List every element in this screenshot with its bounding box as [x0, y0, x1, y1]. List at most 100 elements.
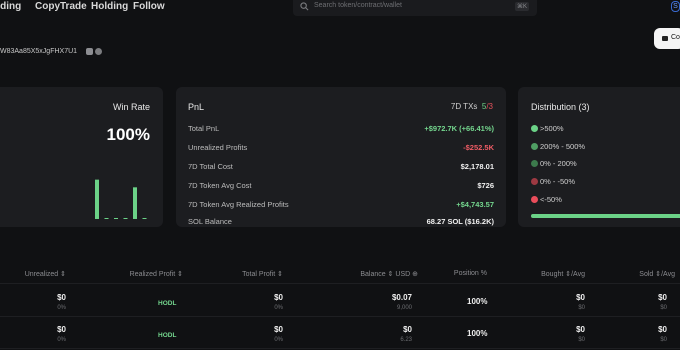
- column-header[interactable]: Realized Profit ⇕: [130, 270, 183, 278]
- unrealized-sub-value: 0%: [57, 337, 66, 343]
- sold-sub-value: $0: [660, 305, 667, 311]
- unrealized-sub-value: 0%: [57, 305, 66, 311]
- realized-profit-value: HODL: [158, 300, 177, 307]
- pnl-row-label: 7D Token Avg Realized Profits: [188, 200, 289, 209]
- column-header[interactable]: Bought ⇕/Avg: [541, 270, 585, 278]
- balance-cell: $0.07 9,000: [392, 293, 412, 311]
- pnl-row-label: SOL Balance: [188, 217, 232, 226]
- distribution-dot-icon: [531, 196, 538, 203]
- search-bar[interactable]: Search token/contract/wallet ⌘K: [293, 0, 537, 16]
- pnl-row-label: Total PnL: [188, 124, 220, 133]
- wallet-address: W83Aa85X5xJgFHX7U1: [0, 48, 78, 55]
- distribution-dot-icon: [531, 143, 538, 150]
- copy-trade-button-label: Co: [671, 34, 680, 41]
- distribution-bar: [531, 214, 680, 218]
- pnl-row-value: -$252.5K: [463, 143, 494, 152]
- balance-sub-value: 6.23: [400, 337, 412, 343]
- balance-value: $0.07: [391, 293, 412, 302]
- pnl-row: 7D Total Cost $2,178.01: [188, 162, 494, 174]
- bought-sub-value: $0: [578, 337, 585, 343]
- distribution-item-label: 200% - 500%: [540, 142, 586, 151]
- bought-value: $0: [576, 325, 585, 334]
- column-header[interactable]: Position %: [454, 270, 487, 277]
- distribution-dot-icon: [531, 160, 538, 167]
- histogram-bar: [133, 187, 137, 219]
- win-rate-value: 100%: [106, 125, 150, 144]
- nav-item-trending[interactable]: nding: [0, 1, 21, 12]
- distribution-item-label: 0% - 200%: [540, 159, 577, 168]
- 7d-txs-label: 7D TXs: [450, 102, 478, 111]
- column-header[interactable]: Total Profit ⇕: [242, 270, 283, 278]
- win-rate-title: Win Rate: [112, 102, 150, 112]
- search-icon: [300, 2, 309, 11]
- distribution-item: <-50%: [531, 195, 562, 204]
- sold-value: $0: [658, 325, 667, 334]
- sold-cell: $0 $0: [658, 293, 667, 311]
- distribution-item: 200% - 500%: [531, 142, 585, 151]
- balance-value: $0: [403, 325, 412, 334]
- pnl-row-value: $726: [477, 181, 494, 190]
- column-header[interactable]: Sold ⇕/Avg: [639, 270, 675, 278]
- unrealized-value: $0: [57, 325, 66, 334]
- pnl-row-value: +$972.7K (+66.41%): [424, 124, 494, 133]
- win-rate-card: Win Rate 100%: [0, 87, 163, 227]
- histogram-bar: [123, 218, 128, 219]
- bought-cell: $0 $0: [576, 325, 585, 343]
- column-header[interactable]: Balance ⇕ USD ⊕: [360, 270, 418, 278]
- table-row[interactable]: $0 0% $0 0% $0.07 9,000 $0 $0 $0 $0 HODL 100%: [0, 286, 680, 317]
- search-shortcut-hint: ⌘K: [514, 2, 529, 11]
- bought-value: $0: [576, 293, 585, 302]
- sold-sub-value: $0: [660, 337, 667, 343]
- total-cell: $0 0%: [274, 293, 283, 311]
- realized-profit-value: HODL: [158, 332, 177, 339]
- histogram-bar: [95, 179, 99, 219]
- distribution-title: Distribution (3): [531, 102, 590, 112]
- pnl-row-value: 68.27 SOL ($16.2K): [426, 217, 494, 226]
- solana-chain-icon[interactable]: S: [671, 1, 680, 12]
- pnl-row-value: +$4,743.57: [456, 200, 494, 209]
- win-rate-histogram: [95, 179, 147, 219]
- position-percent: 100%: [467, 297, 488, 306]
- total-cell: $0 0%: [274, 325, 283, 343]
- balance-sub-value: 9,000: [396, 305, 412, 311]
- distribution-dot-icon: [531, 125, 538, 132]
- total-sub-value: 0%: [274, 305, 283, 311]
- distribution-item: 0% - 200%: [531, 159, 577, 168]
- pnl-row-label: 7D Token Avg Cost: [188, 181, 252, 190]
- pnl-row: 7D Token Avg Realized Profits +$4,743.57: [188, 200, 494, 212]
- distribution-item-label: 0% - -50%: [540, 177, 576, 186]
- total-value: $0: [274, 293, 283, 302]
- copy-icon: [662, 36, 668, 41]
- pnl-card: PnL 7D TXs 5/3 Total PnL +$972.7K (+66.41…: [176, 87, 506, 227]
- pnl-row: 7D Token Avg Cost $726: [188, 181, 494, 193]
- nav-item-copytrade[interactable]: CopyTrade: [35, 1, 87, 12]
- pnl-row-value: $2,178.01: [460, 162, 494, 171]
- histogram-bar: [142, 218, 147, 219]
- histogram-bar: [114, 218, 118, 219]
- total-sub-value: 0%: [274, 337, 283, 343]
- top-nav: nding CopyTrade Holding Follow Search to…: [0, 0, 680, 16]
- distribution-dot-icon: [531, 178, 538, 185]
- pnl-row: SOL Balance 68.27 SOL ($16.2K): [188, 217, 494, 229]
- pnl-row: Total PnL +$972.7K (+66.41%): [188, 124, 494, 136]
- histogram-bar: [104, 218, 109, 219]
- search-input[interactable]: Search token/contract/wallet: [314, 2, 402, 9]
- copy-address-icon[interactable]: [86, 48, 93, 55]
- column-header[interactable]: Unrealized ⇕: [25, 270, 66, 278]
- distribution-item-label: <-50%: [540, 195, 562, 204]
- copy-trade-button[interactable]: Co: [654, 28, 680, 49]
- unrealized-cell: $0 0%: [57, 325, 66, 343]
- table-row[interactable]: $0 0% $0 0% $0 6.23 $0 $0 $0 $0 HODL 100%: [0, 318, 680, 349]
- sold-cell: $0 $0: [658, 325, 667, 343]
- pnl-row-label: Unrealized Profits: [188, 143, 248, 152]
- distribution-item-label: >500%: [540, 124, 564, 133]
- 7d-txs: 7D TXs 5/3: [451, 102, 493, 111]
- nav-item-follow[interactable]: Follow: [133, 1, 165, 12]
- distribution-item: >500%: [531, 124, 564, 133]
- nav-item-holding[interactable]: Holding: [91, 1, 128, 12]
- explorer-link-icon[interactable]: [95, 48, 102, 55]
- pnl-row: Unrealized Profits -$252.5K: [188, 143, 494, 155]
- holdings-table-header: Unrealized ⇕ Realized Profit ⇕ Total Profi…: [0, 266, 680, 284]
- unrealized-cell: $0 0%: [57, 293, 66, 311]
- pnl-title: PnL: [188, 102, 205, 112]
